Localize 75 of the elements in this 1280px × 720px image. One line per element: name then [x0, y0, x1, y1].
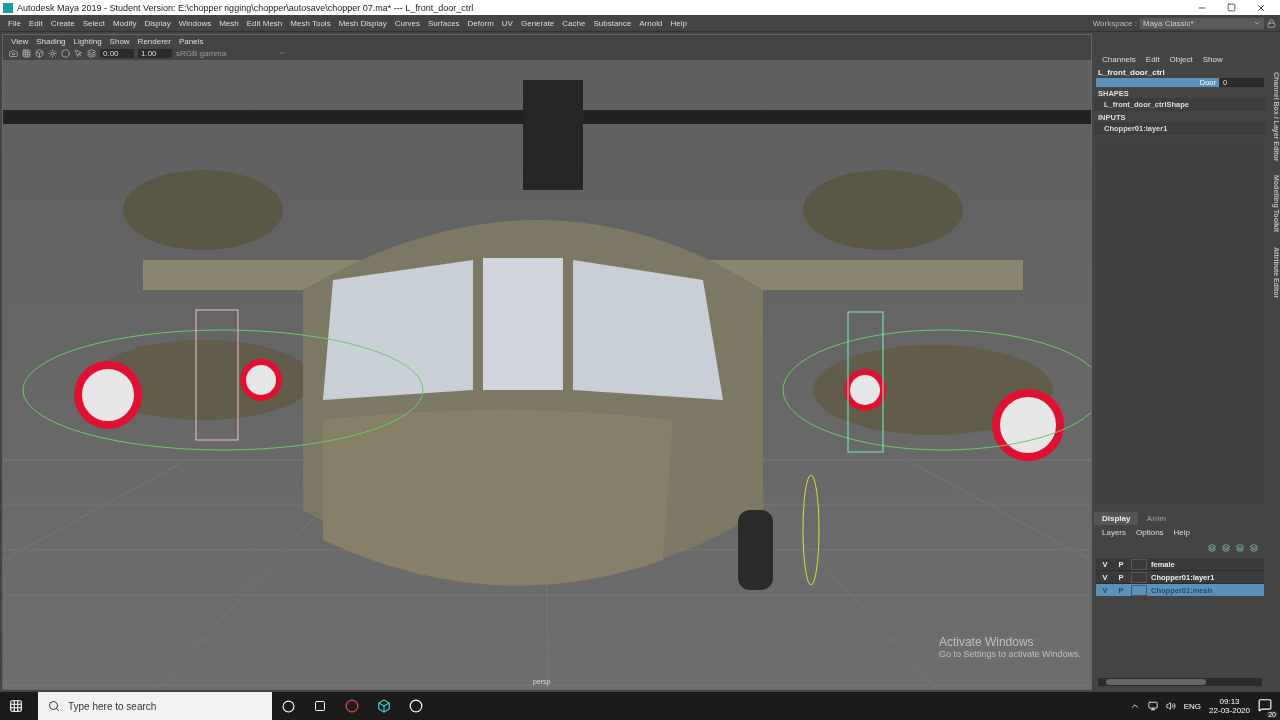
panel-menu-item[interactable]: Show — [105, 36, 134, 46]
menu-item[interactable]: Generate — [516, 18, 559, 28]
workspace-dropdown[interactable]: Maya Classic* — [1140, 17, 1264, 29]
menu-item[interactable]: Mesh — [215, 18, 243, 28]
close-icon[interactable] — [1256, 2, 1266, 13]
layer-icon[interactable] — [1250, 544, 1258, 552]
panel-menu-item[interactable]: Lighting — [69, 36, 106, 46]
dropdown-caret-icon — [1253, 19, 1261, 27]
search-icon — [48, 700, 60, 712]
layer-color-swatch[interactable] — [1131, 584, 1147, 596]
clock-date[interactable]: 22-03-2020 — [1209, 706, 1250, 715]
layer-tab[interactable]: Display — [1094, 512, 1139, 525]
grid-icon[interactable] — [22, 49, 31, 58]
menu-item[interactable]: Windows — [174, 18, 216, 28]
panel-menu-item[interactable]: Renderer — [133, 36, 175, 46]
camera-icon[interactable] — [9, 49, 18, 58]
layer-color-swatch[interactable] — [1131, 571, 1147, 583]
activation-title: Activate Windows — [938, 635, 1035, 649]
menu-item[interactable]: Curves — [390, 18, 424, 28]
layer-icon[interactable] — [1222, 544, 1230, 552]
menu-item[interactable]: Edit — [24, 18, 47, 28]
window-title: Autodesk Maya 2019 - Student Version: E:\chopper rigging\chopper\autosave\chopper 07.ma* --- L_front_door_ctrl — [17, 2, 474, 13]
menu-item[interactable]: Select — [78, 18, 109, 28]
menu-item[interactable]: File — [4, 18, 25, 28]
menu-item[interactable]: Cache — [558, 18, 590, 28]
workspace-label: Workspace : — [1092, 18, 1137, 28]
dropdown-caret-icon — [278, 49, 286, 57]
taskbar-search-field[interactable]: Type here to search — [38, 692, 272, 720]
menu-item[interactable]: Arnold — [635, 18, 667, 28]
menu-item[interactable]: Display — [140, 18, 175, 28]
task-view-icon[interactable] — [314, 700, 326, 712]
restore-icon[interactable] — [1227, 2, 1236, 12]
clock-time[interactable]: 09:13 — [1219, 697, 1240, 706]
layer-color-swatch[interactable] — [1131, 558, 1147, 570]
channel-menu-item[interactable]: Channels — [1102, 55, 1136, 64]
menu-item[interactable]: Help — [666, 18, 691, 28]
menu-item[interactable]: Deform — [463, 18, 498, 28]
volume-icon[interactable] — [1165, 701, 1176, 711]
node-name: L_front_door_ctrl — [1097, 67, 1166, 78]
menu-item[interactable]: Mesh Display — [334, 18, 391, 28]
lock-icon[interactable] — [1267, 18, 1276, 28]
layer-menu-item[interactable]: Layers — [1102, 528, 1126, 537]
app-logo-icon — [3, 2, 13, 13]
menu-item[interactable]: UV — [497, 18, 517, 28]
light-icon[interactable] — [48, 49, 57, 58]
start-icon[interactable] — [9, 699, 23, 713]
panel-menu-item[interactable]: Panels — [174, 36, 208, 46]
gamma-field[interactable]: 1.00 — [138, 49, 172, 58]
channel-menu-item[interactable]: Object — [1169, 55, 1193, 64]
panel-menu-item[interactable]: View — [7, 36, 33, 46]
exposure-field[interactable]: 0.00 — [100, 49, 134, 58]
sphere-icon[interactable] — [61, 49, 70, 58]
layer-icon[interactable] — [1236, 544, 1244, 552]
network-icon[interactable] — [1147, 701, 1158, 711]
layers-icon[interactable] — [87, 49, 96, 58]
channel-menu-item[interactable]: Edit — [1145, 55, 1160, 64]
channel-menu-item[interactable]: Show — [1202, 55, 1223, 64]
cube-icon[interactable] — [35, 49, 44, 58]
layer-menu-item[interactable]: Options — [1136, 528, 1164, 537]
menu-item[interactable]: Surfaces — [424, 18, 464, 28]
color-space-dropdown[interactable]: sRGB gamma — [176, 49, 286, 58]
layer-menu-item[interactable]: Help — [1173, 528, 1191, 537]
menu-item[interactable]: Mesh Tools — [286, 18, 335, 28]
menu-item[interactable]: Create — [46, 18, 79, 28]
horizontal-scrollbar[interactable] — [1098, 678, 1262, 686]
layer-icon[interactable] — [1208, 544, 1216, 552]
panel-menu-item[interactable]: Shading — [32, 36, 70, 46]
language-indicator[interactable]: ENG — [1183, 701, 1202, 711]
cursor-icon[interactable] — [74, 49, 83, 58]
menu-item[interactable]: Substance — [589, 18, 636, 28]
menu-item[interactable]: Modify — [108, 18, 141, 28]
app-icon[interactable] — [377, 699, 391, 713]
notification-icon[interactable] — [1258, 698, 1272, 712]
menu-item[interactable]: Edit Mesh — [242, 18, 287, 28]
activation-message: Go to Settings to activate Windows. — [938, 649, 1081, 659]
